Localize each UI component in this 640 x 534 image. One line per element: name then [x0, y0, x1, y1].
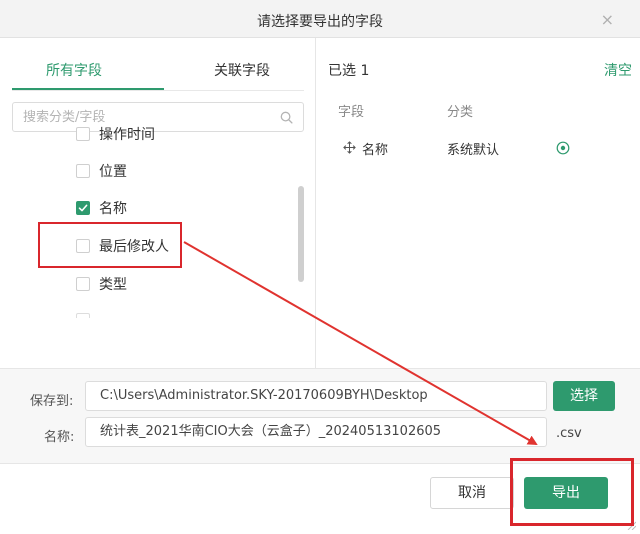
- field-label: 名称: [99, 201, 127, 217]
- field-item-operation-time[interactable]: 操作时间: [76, 124, 155, 144]
- file-extension: .csv: [556, 426, 582, 441]
- export-fields-dialog: 请选择要导出的字段 × 所有字段 关联字段 操作时间 位置: [0, 0, 640, 534]
- active-tab-indicator: [12, 88, 164, 90]
- checkbox[interactable]: [76, 277, 90, 291]
- filename-label: 名称:: [44, 430, 75, 445]
- tab-related-fields[interactable]: 关联字段: [214, 60, 270, 80]
- column-header-category: 分类: [447, 105, 474, 120]
- close-icon[interactable]: ×: [601, 10, 614, 29]
- selected-field-category: 系统默认: [447, 143, 500, 158]
- field-label: 操作时间: [99, 127, 155, 143]
- field-item-partial[interactable]: [76, 310, 99, 318]
- annotation-highlight-name-field: [38, 222, 182, 268]
- selected-field-name: 名称: [362, 143, 389, 158]
- selected-fields-panel: 已选 1 清空 字段 分类 名称 系统默认: [316, 38, 640, 368]
- remove-circle-icon[interactable]: [556, 141, 570, 155]
- choose-button[interactable]: 选择: [553, 381, 615, 411]
- checkbox-checked[interactable]: [76, 201, 90, 215]
- save-path-field[interactable]: C:\Users\Administrator.SKY-20170609BYH\D…: [85, 381, 547, 411]
- checkbox[interactable]: [76, 164, 90, 178]
- field-list-scrollbar[interactable]: [298, 186, 304, 282]
- dialog-titlebar: 请选择要导出的字段 ×: [0, 0, 640, 38]
- save-to-label: 保存到:: [30, 394, 74, 409]
- field-item-location[interactable]: 位置: [76, 161, 127, 181]
- dialog-title: 请选择要导出的字段: [257, 14, 383, 30]
- filename-field[interactable]: 统计表_2021华南CIO大会（云盒子）_20240513102605: [85, 417, 547, 447]
- field-item-name[interactable]: 名称: [76, 198, 127, 218]
- check-icon: [78, 204, 88, 212]
- cancel-button[interactable]: 取消: [430, 477, 514, 509]
- field-list: 操作时间 位置 名称 最后修改人 类型: [12, 104, 292, 318]
- checkbox[interactable]: [76, 313, 90, 318]
- tab-all-fields[interactable]: 所有字段: [46, 60, 102, 80]
- checkbox[interactable]: [76, 127, 90, 141]
- clear-button[interactable]: 清空: [604, 60, 632, 80]
- field-item-type[interactable]: 类型: [76, 274, 127, 294]
- field-label: 位置: [99, 164, 127, 180]
- annotation-highlight-export-button: [510, 458, 634, 526]
- selected-row: 名称 系统默认: [316, 138, 640, 158]
- drag-handle-icon[interactable]: [343, 141, 356, 154]
- selected-count: 已选 1: [328, 63, 370, 79]
- column-header-field: 字段: [338, 105, 365, 120]
- field-label: 类型: [99, 277, 127, 293]
- save-options-area: 保存到: C:\Users\Administrator.SKY-20170609…: [0, 368, 640, 464]
- tab-divider: [12, 90, 304, 91]
